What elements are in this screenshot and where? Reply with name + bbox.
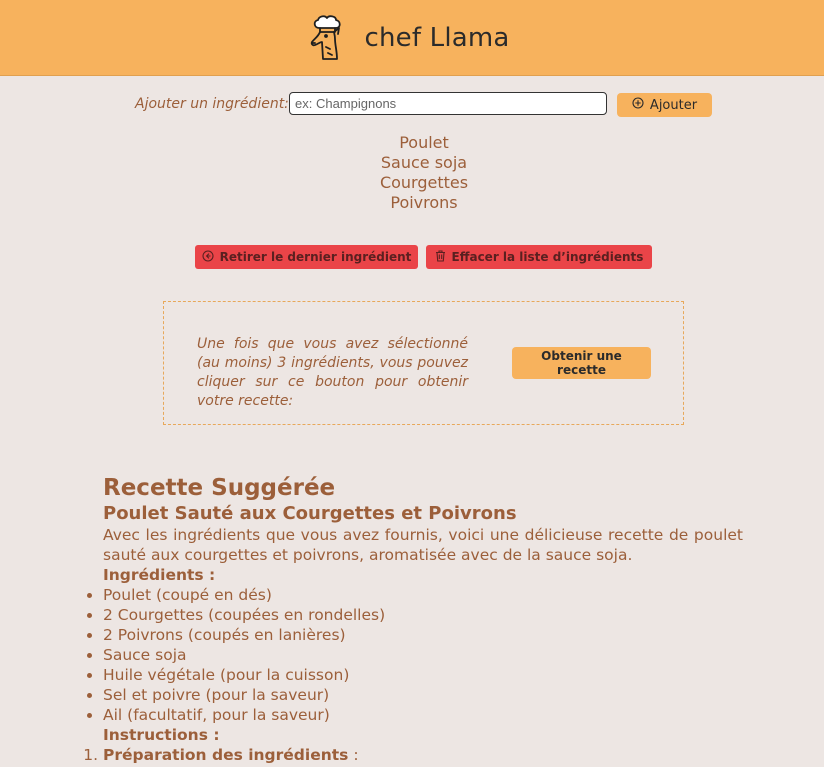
- recipe-ingredient-item: Huile végétale (pour la cuisson): [103, 665, 743, 685]
- recipe-ingredient-list: Poulet (coupé en dés) 2 Courgettes (coup…: [103, 585, 743, 725]
- add-ingredient-button[interactable]: Ajouter: [617, 93, 712, 117]
- get-recipe-panel: Une fois que vous avez sélectionné (au m…: [163, 301, 684, 425]
- recipe-step: Préparation des ingrédients :: [103, 745, 743, 765]
- recipe-title: Poulet Sauté aux Courgettes et Poivrons: [103, 503, 517, 524]
- trash-icon: [435, 249, 446, 265]
- recipe-ingredient-item: 2 Poivrons (coupés en lanières): [103, 625, 743, 645]
- remove-last-ingredient-button[interactable]: Retirer le dernier ingrédient: [195, 245, 418, 269]
- ingredient-item: Poulet: [399, 133, 449, 152]
- clear-ingredients-button[interactable]: Effacer la liste d’ingrédients: [426, 245, 652, 269]
- recipe-ingredient-item: Poulet (coupé en dés): [103, 585, 743, 605]
- recipe-steps-list: Préparation des ingrédients :: [103, 745, 743, 765]
- app-header: chef Llama: [0, 0, 824, 76]
- add-ingredient-label: Ajouter un ingrédient:: [135, 96, 289, 112]
- remove-last-label: Retirer le dernier ingrédient: [219, 250, 412, 264]
- ingredient-item: Courgettes: [379, 173, 469, 192]
- recipe-step-suffix: :: [348, 746, 359, 764]
- ingredient-item: Poivrons: [390, 193, 458, 212]
- arrow-left-circle-icon: [202, 249, 214, 265]
- get-recipe-button[interactable]: Obtenir une recette: [512, 347, 651, 379]
- recipe-step-title: Préparation des ingrédients: [103, 746, 349, 764]
- recipe-intro: Avec les ingrédients que vous avez fourn…: [103, 526, 743, 564]
- suggested-recipe: Recette Suggérée Poulet Sauté aux Courge…: [103, 474, 743, 765]
- clear-list-label: Effacer la liste d’ingrédients: [451, 250, 644, 264]
- instructions-heading: Instructions :: [103, 726, 220, 744]
- ingredient-list: Poulet Sauce soja Courgettes Poivrons: [0, 133, 824, 213]
- chef-llama-icon: [308, 14, 348, 61]
- plus-circle-icon: [632, 97, 644, 113]
- add-button-label: Ajouter: [649, 97, 698, 113]
- logo: chef Llama: [308, 14, 510, 61]
- recipe-heading: Recette Suggérée: [103, 475, 336, 501]
- ingredient-item: Sauce soja: [380, 153, 468, 172]
- recipe-ingredient-item: Sauce soja: [103, 645, 743, 665]
- recipe-ingredient-item: Ail (facultatif, pour la saveur): [103, 705, 743, 725]
- ingredient-input[interactable]: [289, 92, 607, 115]
- recipe-hint-text: Une fois que vous avez sélectionné (au m…: [197, 336, 468, 409]
- ingredients-heading: Ingrédients :: [103, 566, 216, 584]
- app-title: chef Llama: [364, 22, 510, 53]
- recipe-ingredient-item: Sel et poivre (pour la saveur): [103, 685, 743, 705]
- recipe-ingredient-item: 2 Courgettes (coupées en rondelles): [103, 605, 743, 625]
